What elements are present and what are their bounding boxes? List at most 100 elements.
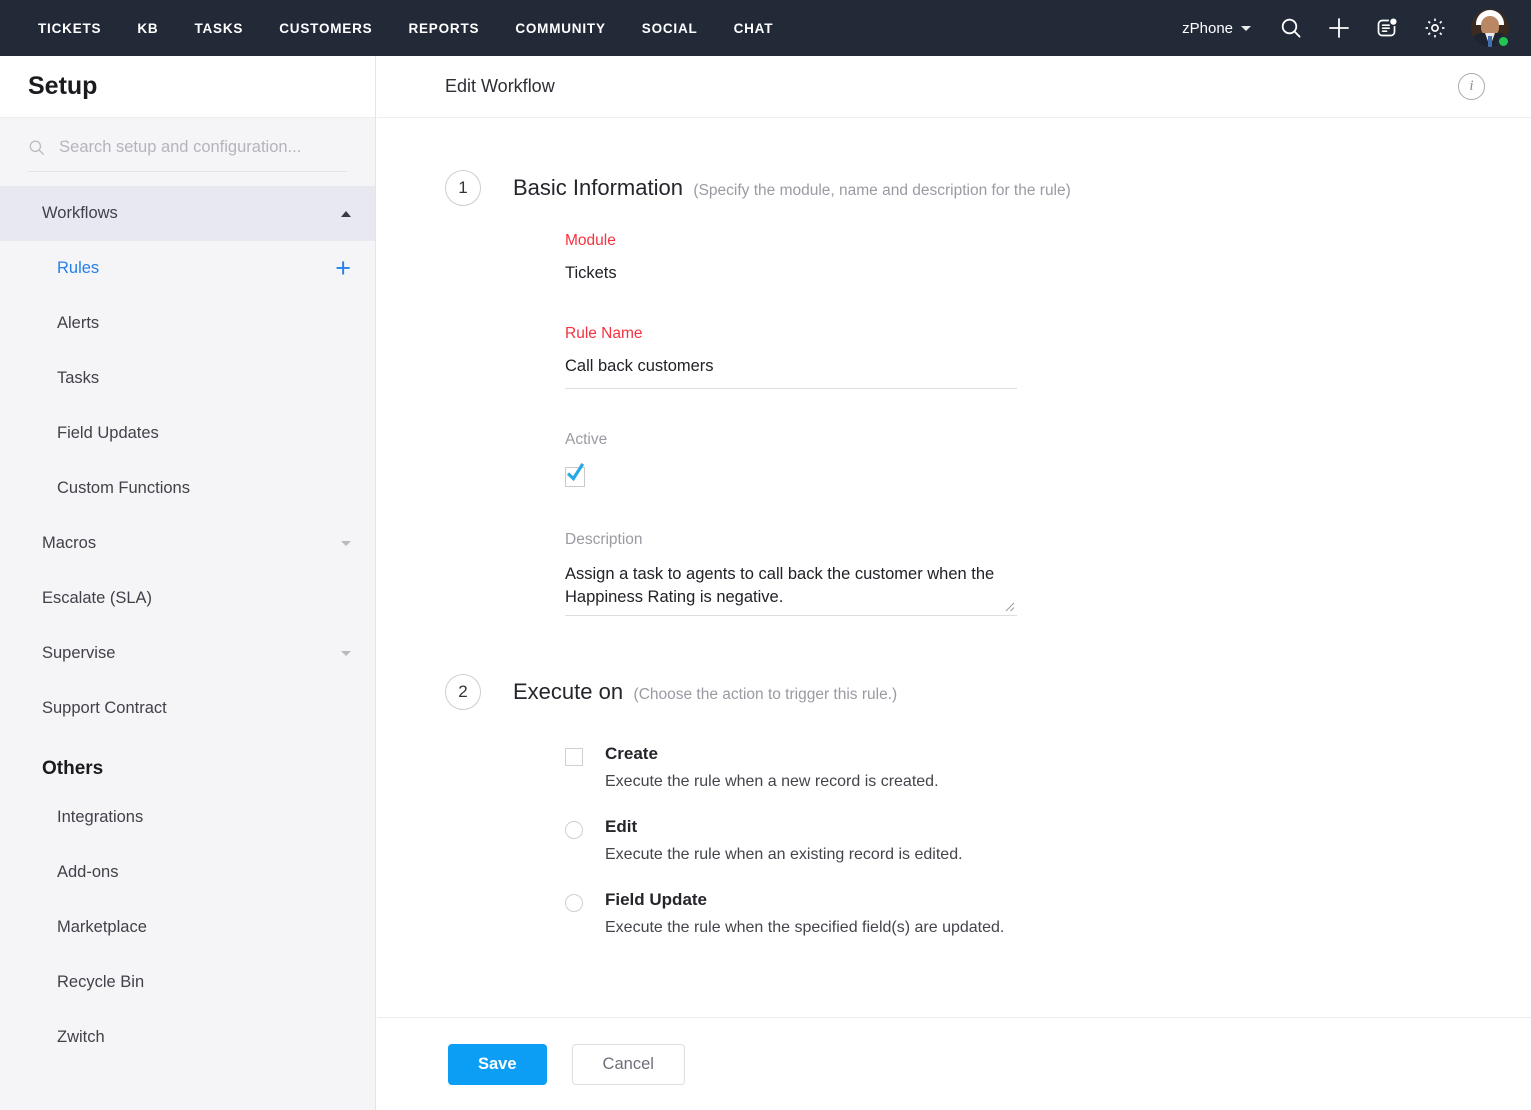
field-description: Description Assign a task to agents to c…: [565, 531, 1485, 616]
option-description: Execute the rule when an existing record…: [605, 846, 963, 864]
sidebar-search[interactable]: [28, 138, 347, 172]
cancel-button[interactable]: Cancel: [572, 1044, 685, 1085]
settings-gear-icon[interactable]: [1413, 6, 1457, 50]
sidebar-header: Setup: [0, 56, 375, 118]
page-title: Setup: [28, 72, 97, 101]
edit-radio[interactable]: [565, 821, 583, 839]
setup-sidebar: Setup Workflows Rules + Alerts Tasks Fie…: [0, 56, 376, 1110]
option-description: Execute the rule when the specified fiel…: [605, 919, 1004, 937]
status-online-indicator: [1497, 35, 1510, 48]
create-checkbox[interactable]: [565, 748, 583, 766]
sidebar-item-label: Tasks: [57, 369, 99, 388]
sidebar-item-zwitch[interactable]: Zwitch: [0, 1010, 375, 1065]
sidebar-item-label: Field Updates: [57, 424, 159, 443]
nav-item-social[interactable]: SOCIAL: [624, 21, 716, 36]
nav-item-kb[interactable]: KB: [119, 21, 176, 36]
field-label-rule-name: Rule Name: [565, 325, 1485, 343]
search-icon: [28, 138, 45, 157]
option-text: Create Execute the rule when a new recor…: [605, 744, 939, 791]
step-heading: Execute on (Choose the action to trigger…: [513, 674, 897, 705]
sidebar-item-support-contract[interactable]: Support Contract: [0, 681, 375, 736]
sidebar-item-label: Recycle Bin: [57, 973, 144, 992]
active-checkbox[interactable]: [565, 467, 585, 487]
add-icon[interactable]: [1317, 6, 1361, 50]
notifications-icon[interactable]: [1365, 6, 1409, 50]
main-content: Edit Workflow i 1 Basic Information (Spe…: [377, 56, 1531, 1110]
sidebar-item-custom-functions[interactable]: Custom Functions: [0, 461, 375, 516]
field-value-module: Tickets: [565, 264, 1485, 283]
field-update-radio[interactable]: [565, 894, 583, 912]
sidebar-item-rules[interactable]: Rules +: [0, 241, 375, 296]
sidebar-item-supervise[interactable]: Supervise: [0, 626, 375, 681]
sidebar-item-alerts[interactable]: Alerts: [0, 296, 375, 351]
chevron-up-icon: [341, 211, 351, 217]
search-icon[interactable]: [1269, 6, 1313, 50]
org-switcher-label: zPhone: [1182, 20, 1233, 37]
option-text: Field Update Execute the rule when the s…: [605, 890, 1004, 937]
step-title: Basic Information: [513, 175, 683, 200]
sidebar-item-label: Support Contract: [42, 699, 167, 718]
step-number-badge: 2: [445, 674, 481, 710]
resize-handle-icon[interactable]: [1005, 602, 1015, 612]
sidebar-item-add-ons[interactable]: Add-ons: [0, 845, 375, 900]
nav-item-tasks[interactable]: TASKS: [176, 21, 261, 36]
field-label-module: Module: [565, 232, 1485, 250]
step-number-badge: 1: [445, 170, 481, 206]
main-header: Edit Workflow i: [377, 56, 1531, 118]
org-switcher[interactable]: zPhone: [1168, 20, 1265, 37]
step-title: Execute on: [513, 679, 623, 704]
sidebar-section-others: Others: [0, 736, 375, 790]
sidebar-item-label: Marketplace: [57, 918, 147, 937]
option-label: Edit: [605, 817, 963, 837]
avatar[interactable]: [1471, 9, 1509, 47]
avatar-tie: [1488, 36, 1492, 47]
sidebar-item-label: Alerts: [57, 314, 99, 333]
sidebar-item-recycle-bin[interactable]: Recycle Bin: [0, 955, 375, 1010]
search-input[interactable]: [59, 138, 347, 157]
main-title: Edit Workflow: [445, 76, 555, 97]
rule-name-input[interactable]: Call back customers: [565, 357, 1017, 389]
sidebar-item-label: Workflows: [42, 204, 118, 223]
nav-item-chat[interactable]: CHAT: [716, 21, 792, 36]
field-label-active: Active: [565, 431, 1485, 449]
chevron-down-icon: [1241, 26, 1251, 31]
field-active: Active: [565, 431, 1485, 487]
nav-item-community[interactable]: COMMUNITY: [497, 21, 623, 36]
option-text: Edit Execute the rule when an existing r…: [605, 817, 963, 864]
nav-item-customers[interactable]: CUSTOMERS: [261, 21, 390, 36]
option-field-update[interactable]: Field Update Execute the rule when the s…: [565, 890, 1485, 937]
sidebar-item-workflows[interactable]: Workflows: [0, 186, 375, 241]
basic-information-fields: Module Tickets Rule Name Call back custo…: [565, 232, 1485, 616]
sidebar-item-label: Supervise: [42, 644, 115, 663]
sidebar-item-escalate-sla[interactable]: Escalate (SLA): [0, 571, 375, 626]
description-textarea[interactable]: Assign a task to agents to call back the…: [565, 563, 1017, 616]
sidebar-item-macros[interactable]: Macros: [0, 516, 375, 571]
description-value: Assign a task to agents to call back the…: [565, 563, 997, 609]
sidebar-item-label: Custom Functions: [57, 479, 190, 498]
sidebar-item-label: Rules: [57, 259, 99, 278]
step-hint: (Specify the module, name and descriptio…: [693, 182, 1070, 199]
sidebar-item-label: Escalate (SLA): [42, 589, 152, 608]
sidebar-item-marketplace[interactable]: Marketplace: [0, 900, 375, 955]
form-footer: Save Cancel: [377, 1017, 1531, 1110]
option-label: Create: [605, 744, 939, 764]
option-edit[interactable]: Edit Execute the rule when an existing r…: [565, 817, 1485, 864]
sidebar-item-field-updates[interactable]: Field Updates: [0, 406, 375, 461]
sidebar-item-tasks[interactable]: Tasks: [0, 351, 375, 406]
info-icon[interactable]: i: [1458, 73, 1485, 100]
field-module: Module Tickets: [565, 232, 1485, 283]
option-create[interactable]: Create Execute the rule when a new recor…: [565, 744, 1485, 791]
top-nav-actions: zPhone: [1168, 6, 1531, 50]
sidebar-item-integrations[interactable]: Integrations: [0, 790, 375, 845]
save-button[interactable]: Save: [448, 1044, 547, 1085]
nav-item-tickets[interactable]: TICKETS: [20, 21, 119, 36]
sidebar-item-label: Zwitch: [57, 1028, 105, 1047]
check-icon: [567, 462, 584, 483]
workflow-form: 1 Basic Information (Specify the module,…: [377, 118, 1531, 1049]
section-execute-on: 2 Execute on (Choose the action to trigg…: [445, 674, 1485, 710]
sidebar-nav: Workflows Rules + Alerts Tasks Field Upd…: [0, 186, 375, 1065]
top-navigation-bar: TICKETS KB TASKS CUSTOMERS REPORTS COMMU…: [0, 0, 1531, 56]
add-rule-icon[interactable]: +: [335, 255, 351, 282]
nav-item-reports[interactable]: REPORTS: [390, 21, 497, 36]
step-heading: Basic Information (Specify the module, n…: [513, 170, 1071, 201]
